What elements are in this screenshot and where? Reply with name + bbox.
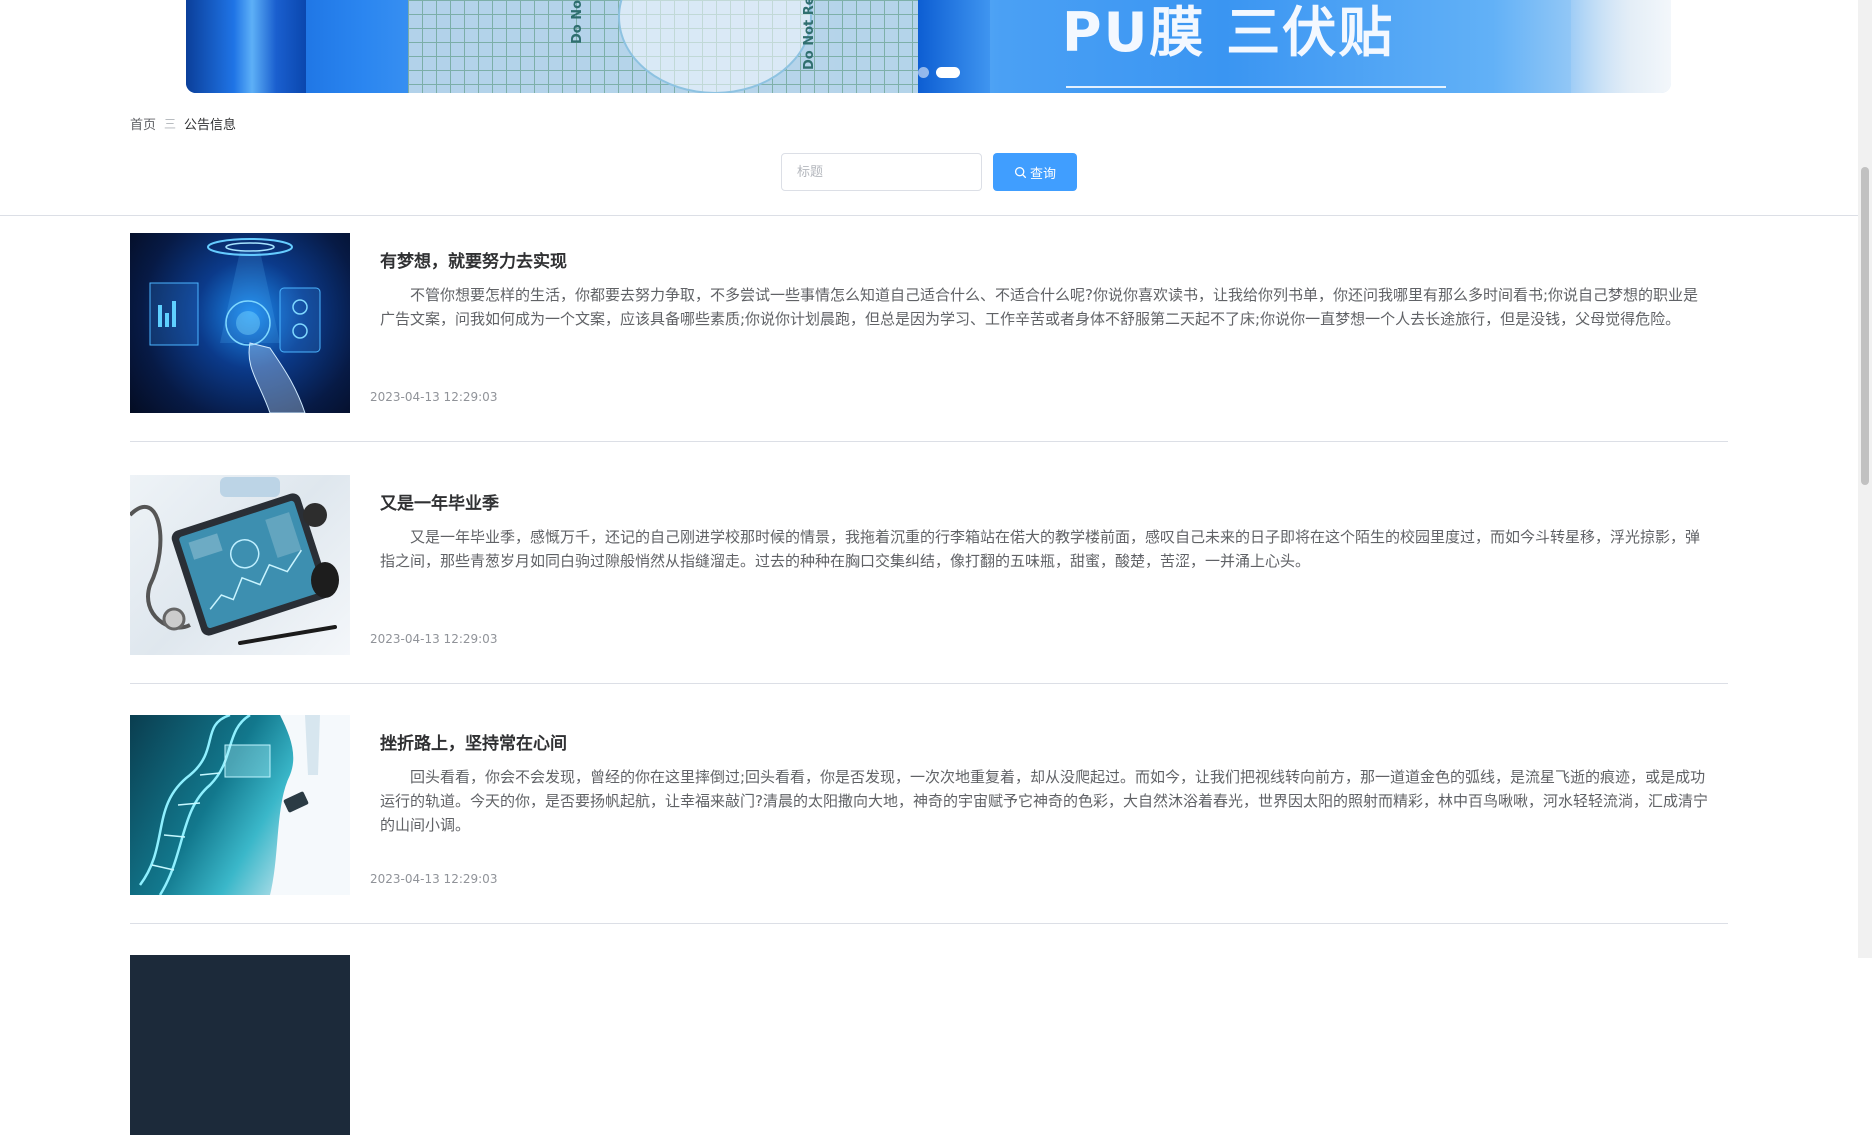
breadcrumb-separator: 三 <box>164 117 177 131</box>
article-thumbnail[interactable] <box>130 475 350 655</box>
breadcrumb-home[interactable]: 首页 <box>130 114 156 133</box>
article-title[interactable]: 又是一年毕业季 <box>380 489 499 514</box>
article-thumbnail[interactable] <box>130 955 350 1135</box>
banner-product-cylinder <box>186 0 306 93</box>
banner-right-fade <box>1571 0 1671 93</box>
banner-pack-text: Do Not Reuse <box>570 0 585 44</box>
carousel-dot-active[interactable] <box>936 67 960 78</box>
article-divider <box>130 683 1728 684</box>
carousel-indicators <box>918 67 960 78</box>
banner-title: PU膜 三伏贴 <box>1062 1 1395 64</box>
article-date: 2023-04-13 12:29:03 <box>370 632 498 646</box>
search-button-label: 查询 <box>1029 166 1056 182</box>
article-divider <box>130 441 1728 442</box>
article-title[interactable]: 有梦想，就要努力去实现 <box>380 247 567 272</box>
breadcrumb: 首页 三 公告信息 <box>130 114 236 133</box>
search-icon <box>1014 166 1027 178</box>
article-divider <box>130 923 1728 924</box>
article-date: 2023-04-13 12:29:03 <box>370 872 498 886</box>
dna-doctor-image <box>138 715 350 895</box>
banner-product-pack: Do Not Reuse Do Not Reuse <box>408 0 918 93</box>
article-summary: 又是一年毕业季，感慨万千，还记的自己刚进学校那时候的情景，我拖着沉重的行李箱站在… <box>380 528 1701 570</box>
banner-carousel[interactable]: Do Not Reuse Do Not Reuse PU膜 三伏贴 <box>186 0 1671 93</box>
article-summary: 回头看看，你会不会发现，曾经的你在这里摔倒过;回头看看，你是否发现，一次次地重复… <box>380 768 1708 834</box>
carousel-dot[interactable] <box>918 67 929 78</box>
article-thumbnail[interactable] <box>130 715 350 895</box>
title-search-input[interactable] <box>781 153 982 191</box>
banner-pack-circle <box>618 0 812 93</box>
banner-title-underline <box>1066 86 1446 88</box>
search-button[interactable]: 查询 <box>993 153 1077 191</box>
breadcrumb-current: 公告信息 <box>184 118 237 133</box>
banner-pack-text: Do Not Reuse <box>802 0 817 70</box>
banner-product-strip <box>918 0 990 93</box>
scrollbar-thumb[interactable] <box>1861 167 1869 485</box>
section-divider <box>0 215 1872 216</box>
medical-tablet-image <box>130 477 339 645</box>
article-date: 2023-04-13 12:29:03 <box>370 390 498 404</box>
article-thumbnail[interactable] <box>130 233 350 413</box>
article-title[interactable]: 挫折路上，坚持常在心间 <box>380 729 567 754</box>
tech-hand-image <box>149 238 321 413</box>
article-summary: 不管你想要怎样的生活，你都要去努力争取，不多尝试一些事情怎么知道自己适合什么、不… <box>380 286 1699 328</box>
